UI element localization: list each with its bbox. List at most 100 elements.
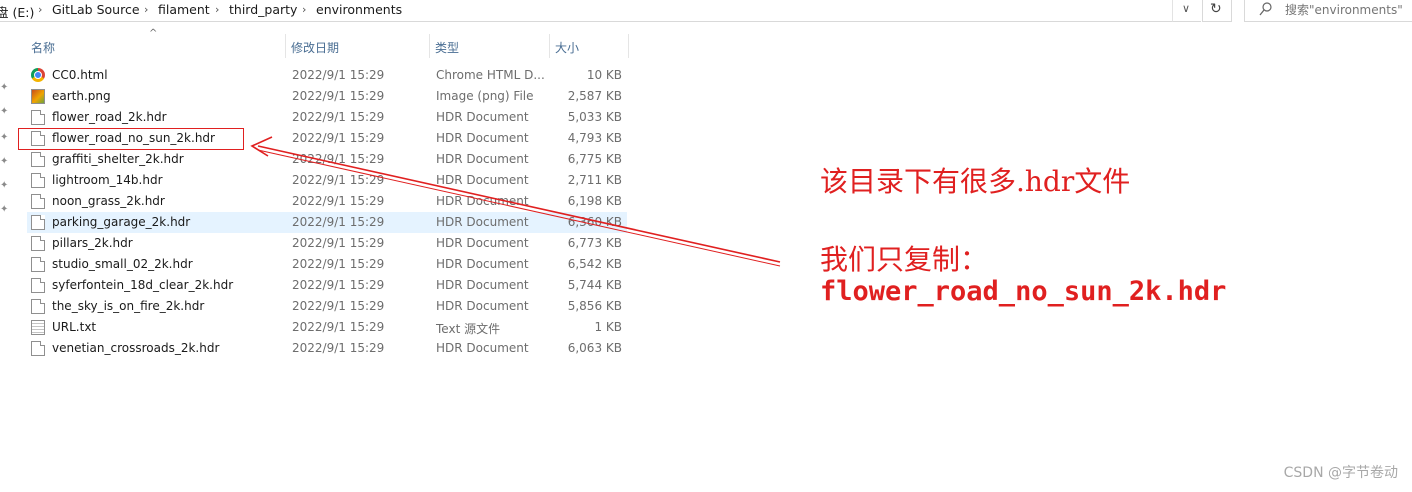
breadcrumb-filament[interactable]: filament — [158, 2, 210, 17]
breadcrumb-separator-icon[interactable]: › — [302, 3, 306, 16]
file-type: Text 源文件 — [436, 322, 501, 336]
column-header-size[interactable]: 大小 — [551, 34, 627, 58]
column-divider[interactable] — [429, 34, 430, 58]
file-modified-date: 2022/9/1 15:29 — [292, 341, 385, 355]
breadcrumb-environments[interactable]: environments — [316, 2, 402, 17]
file-type: Image (png) File — [436, 89, 534, 103]
file-size: 6,198 KB — [567, 194, 622, 208]
file-row[interactable]: noon_grass_2k.hdr 2022/9/1 15:29 HDR Docum… — [27, 191, 627, 212]
breadcrumb-separator-icon[interactable]: › — [38, 3, 42, 16]
file-modified-date: 2022/9/1 15:29 — [292, 173, 385, 187]
address-history-dropdown[interactable]: ∨ — [1172, 0, 1201, 22]
file-name: earth.png — [52, 89, 111, 103]
text-file-icon — [31, 320, 45, 335]
file-row[interactable]: URL.txt 2022/9/1 15:29 Text 源文件 1 KB — [27, 317, 627, 338]
file-row[interactable]: the_sky_is_on_fire_2k.hdr 2022/9/1 15:29 H… — [27, 296, 627, 317]
column-header-date-label: 修改日期 — [291, 41, 340, 55]
file-type: HDR Document — [436, 215, 529, 229]
pin-icon[interactable]: ✦ — [0, 82, 8, 93]
file-name: graffiti_shelter_2k.hdr — [52, 152, 184, 166]
file-type: HDR Document — [436, 110, 529, 124]
search-box[interactable] — [1244, 0, 1412, 22]
file-row[interactable]: lightroom_14b.hdr 2022/9/1 15:29 HDR Docum… — [27, 170, 627, 191]
file-modified-date: 2022/9/1 15:29 — [292, 194, 385, 208]
file-name: URL.txt — [52, 320, 97, 334]
file-size: 6,542 KB — [567, 257, 622, 271]
file-row[interactable]: parking_garage_2k.hdr 2022/9/1 15:29 HDR D… — [27, 212, 627, 233]
pin-icon[interactable]: ✦ — [0, 132, 8, 143]
search-icon — [1259, 2, 1272, 16]
column-divider[interactable] — [628, 34, 629, 58]
file-modified-date: 2022/9/1 15:29 — [292, 215, 385, 229]
file-type: HDR Document — [436, 131, 529, 145]
column-header-type-label: 类型 — [435, 41, 460, 55]
file-size: 6,360 KB — [567, 215, 622, 229]
file-type: HDR Document — [436, 194, 529, 208]
file-name: the_sky_is_on_fire_2k.hdr — [52, 299, 205, 313]
annotation-text-1: 该目录下有很多.hdr文件 — [820, 165, 1131, 198]
document-icon — [31, 110, 45, 125]
column-divider[interactable] — [549, 34, 550, 58]
column-header-name[interactable]: 名称 — [27, 34, 285, 58]
file-row[interactable]: venetian_crossroads_2k.hdr 2022/9/1 15:29… — [27, 338, 627, 359]
file-name: pillars_2k.hdr — [52, 236, 133, 250]
file-row[interactable]: pillars_2k.hdr 2022/9/1 15:29 HDR Document… — [27, 233, 627, 254]
column-divider[interactable] — [285, 34, 286, 58]
document-icon — [31, 236, 45, 251]
file-size: 6,773 KB — [567, 236, 622, 250]
pin-icon[interactable]: ✦ — [0, 180, 8, 191]
file-type: HDR Document — [436, 257, 529, 271]
pin-icon[interactable]: ✦ — [0, 106, 8, 117]
file-name: CC0.html — [52, 68, 108, 82]
watermark: CSDN @字节卷动 — [1283, 465, 1398, 481]
column-header-type[interactable]: 类型 — [431, 34, 549, 58]
file-row[interactable]: earth.png 2022/9/1 15:29 Image (png) File 2… — [27, 86, 627, 107]
refresh-icon: ↻ — [1210, 1, 1222, 17]
file-size: 6,775 KB — [567, 152, 622, 166]
document-icon — [31, 152, 45, 167]
document-icon — [31, 215, 45, 230]
column-header-date[interactable]: 修改日期 — [287, 34, 429, 58]
file-size: 2,587 KB — [567, 89, 622, 103]
file-type: HDR Document — [436, 299, 529, 313]
file-type: HDR Document — [436, 173, 529, 187]
chevron-down-icon: ∨ — [1182, 2, 1191, 15]
file-row[interactable]: studio_small_02_2k.hdr 2022/9/1 15:29 HDR … — [27, 254, 627, 275]
breadcrumb-gitlab-source[interactable]: GitLab Source — [52, 2, 140, 17]
file-size: 2,711 KB — [567, 173, 622, 187]
file-type: HDR Document — [436, 278, 529, 292]
png-image-icon — [31, 89, 45, 104]
file-size: 1 KB — [594, 320, 622, 334]
highlight-box — [18, 128, 244, 150]
file-size: 5,744 KB — [567, 278, 622, 292]
breadcrumb-third-party[interactable]: third_party — [229, 2, 297, 17]
document-icon — [31, 299, 45, 314]
address-bar[interactable]: 盘 (E:) › GitLab Source › filament › thir… — [0, 0, 1412, 22]
column-header-name-label: 名称 — [31, 41, 56, 55]
file-row[interactable]: flower_road_2k.hdr 2022/9/1 15:29 HDR Docu… — [27, 107, 627, 128]
file-size: 6,063 KB — [567, 341, 622, 355]
breadcrumb-drive[interactable]: 盘 (E:) — [0, 2, 34, 21]
pin-icon[interactable]: ✦ — [0, 156, 8, 167]
file-modified-date: 2022/9/1 15:29 — [292, 68, 385, 82]
breadcrumb-separator-icon[interactable]: › — [215, 3, 219, 16]
file-name: parking_garage_2k.hdr — [52, 215, 191, 229]
annotation-text-2: 我们只复制： — [820, 243, 989, 276]
chrome-icon — [31, 68, 45, 82]
breadcrumb-separator-icon[interactable]: › — [144, 3, 148, 16]
refresh-button[interactable]: ↻ — [1202, 0, 1232, 22]
file-modified-date: 2022/9/1 15:29 — [292, 278, 385, 292]
document-icon — [31, 194, 45, 209]
file-row[interactable]: graffiti_shelter_2k.hdr 2022/9/1 15:29 HDR… — [27, 149, 627, 170]
file-row[interactable]: CC0.html 2022/9/1 15:29 Chrome HTML D... 10… — [27, 65, 627, 86]
breadcrumb[interactable]: 盘 (E:) › GitLab Source › filament › thir… — [0, 0, 1172, 22]
file-modified-date: 2022/9/1 15:29 — [292, 152, 385, 166]
file-name: venetian_crossroads_2k.hdr — [52, 341, 220, 355]
file-modified-date: 2022/9/1 15:29 — [292, 131, 385, 145]
file-modified-date: 2022/9/1 15:29 — [292, 236, 385, 250]
search-input[interactable] — [1285, 1, 1410, 19]
document-icon — [31, 257, 45, 272]
file-size: 4,793 KB — [567, 131, 622, 145]
file-row[interactable]: syferfontein_18d_clear_2k.hdr 2022/9/1 15… — [27, 275, 627, 296]
pin-icon[interactable]: ✦ — [0, 204, 8, 215]
